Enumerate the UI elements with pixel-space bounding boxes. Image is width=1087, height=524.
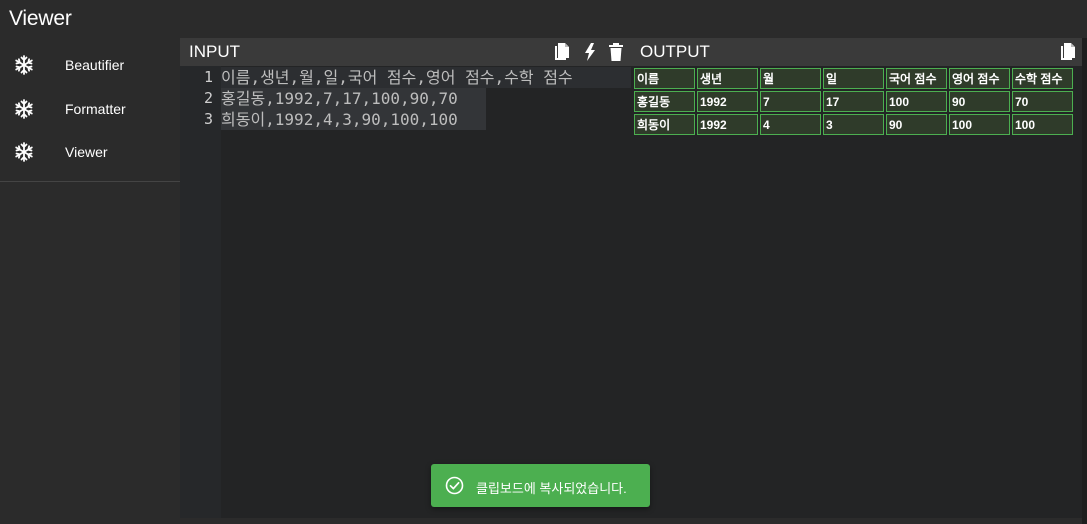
sidebar-item-viewer[interactable]: Viewer [0, 132, 180, 172]
copy-icon[interactable] [1059, 42, 1077, 62]
table-row: 홍길동 1992 7 17 100 90 70 [634, 91, 1073, 112]
snowflake-icon [14, 99, 34, 119]
sidebar-item-beautifier[interactable]: Beautifier [0, 45, 180, 85]
bottom-bar [180, 518, 1082, 524]
table-cell: 영어 점수 [949, 68, 1010, 89]
line-number-gutter: 1 2 3 [180, 66, 221, 518]
table-row: 희동이 1992 4 3 90 100 100 [634, 114, 1073, 135]
code-line[interactable]: 희동이,1992,4,3,90,100,100 [221, 109, 486, 130]
toast-message: 클립보드에 복사되었습니다. [476, 481, 627, 496]
line-number: 2 [203, 89, 213, 107]
line-number: 1 [203, 68, 213, 86]
table-cell: 90 [886, 114, 947, 135]
output-panel-header: OUTPUT [631, 38, 1082, 66]
sidebar-item-label: Beautifier [65, 57, 125, 73]
table-cell: 생년 [697, 68, 758, 89]
table-cell: 수학 점수 [1012, 68, 1073, 89]
copy-icon[interactable] [553, 42, 571, 62]
flash-icon[interactable] [583, 42, 601, 62]
table-cell: 이름 [634, 68, 695, 89]
table-cell: 4 [760, 114, 821, 135]
output-table: 이름 생년 월 일 국어 점수 영어 점수 수학 점수 홍길동 1992 7 1… [632, 66, 1075, 137]
app-header: Viewer [0, 0, 1087, 38]
table-cell: 7 [760, 91, 821, 112]
sidebar: Beautifier Formatter Viewer [0, 38, 180, 524]
table-cell: 홍길동 [634, 91, 695, 112]
table-cell: 1992 [697, 91, 758, 112]
table-cell: 100 [886, 91, 947, 112]
table-cell: 1992 [697, 114, 758, 135]
app-title: Viewer [9, 7, 72, 30]
code-line[interactable]: 이름,생년,월,일,국어 점수,영어 점수,수학 점수 [221, 67, 631, 88]
input-panel-header: INPUT [180, 38, 631, 66]
sidebar-item-formatter[interactable]: Formatter [0, 89, 180, 129]
table-cell: 3 [823, 114, 884, 135]
table-cell: 일 [823, 68, 884, 89]
output-area: 이름 생년 월 일 국어 점수 영어 점수 수학 점수 홍길동 1992 7 1… [631, 66, 1082, 518]
table-cell: 국어 점수 [886, 68, 947, 89]
table-row: 이름 생년 월 일 국어 점수 영어 점수 수학 점수 [634, 68, 1073, 89]
toast-notification: 클립보드에 복사되었습니다. [431, 464, 650, 507]
snowflake-icon [14, 55, 34, 75]
snowflake-icon [14, 142, 34, 162]
sidebar-item-label: Formatter [65, 101, 126, 117]
sidebar-item-label: Viewer [65, 144, 108, 160]
input-editor[interactable]: 1 2 3 이름,생년,월,일,국어 점수,영어 점수,수학 점수 홍길동,19… [180, 66, 631, 518]
check-circle-icon [445, 476, 464, 495]
line-number: 3 [203, 110, 213, 128]
table-cell: 100 [949, 114, 1010, 135]
trash-icon[interactable] [608, 42, 626, 62]
table-cell: 희동이 [634, 114, 695, 135]
right-edge-strip [1082, 38, 1087, 524]
table-cell: 90 [949, 91, 1010, 112]
table-cell: 100 [1012, 114, 1073, 135]
code-line[interactable]: 홍길동,1992,7,17,100,90,70 [221, 88, 486, 109]
table-cell: 17 [823, 91, 884, 112]
table-cell: 월 [760, 68, 821, 89]
table-cell: 70 [1012, 91, 1073, 112]
sidebar-divider [0, 181, 180, 182]
input-panel-title: INPUT [189, 42, 240, 61]
output-panel-title: OUTPUT [640, 42, 710, 61]
